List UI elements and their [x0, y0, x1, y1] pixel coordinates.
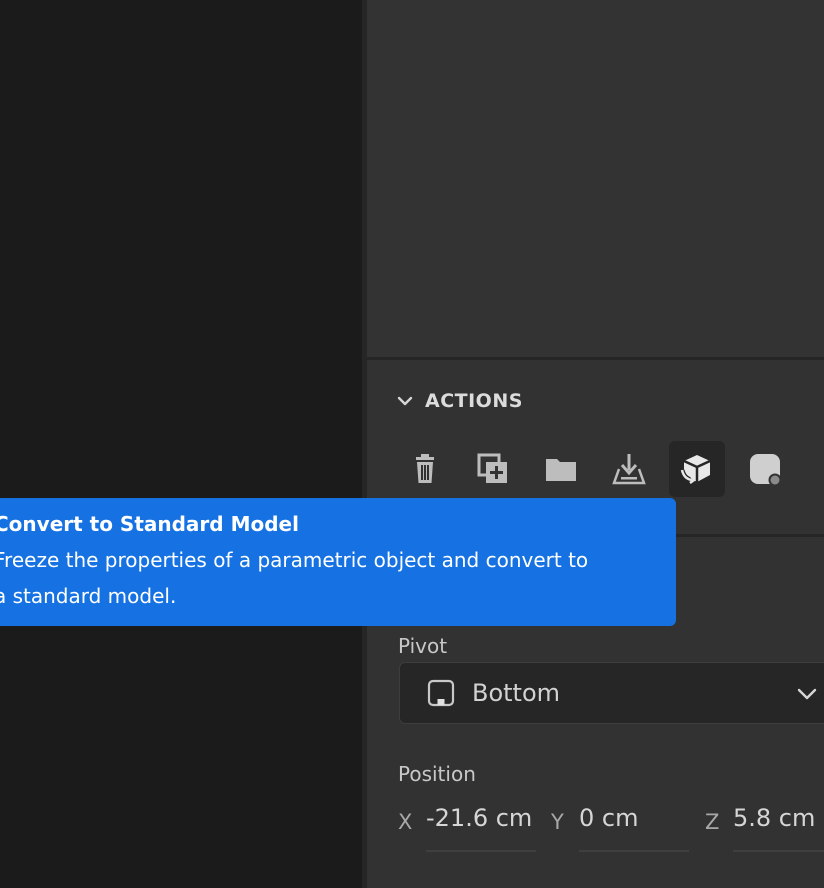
position-x-field[interactable]: -21.6 cm	[426, 804, 536, 852]
panel-upper-section	[367, 0, 824, 357]
delete-button[interactable]	[397, 441, 453, 497]
pivot-label: Pivot	[398, 634, 448, 658]
chevron-down-icon	[797, 688, 817, 700]
drop-to-ground-button[interactable]	[601, 441, 657, 497]
position-label: Position	[398, 762, 476, 786]
duplicate-icon	[477, 453, 507, 483]
position-z-field[interactable]: 5.8 cm	[733, 804, 824, 852]
chevron-down-icon	[397, 396, 413, 406]
actions-toolbar	[397, 441, 805, 497]
y-axis-label: Y	[551, 810, 564, 834]
drop-to-ground-icon	[612, 454, 646, 485]
convert-to-standard-model-button[interactable]	[669, 441, 725, 497]
pivot-bottom-icon	[427, 679, 455, 707]
z-axis-label: Z	[705, 810, 720, 834]
x-axis-label: X	[398, 810, 413, 834]
properties-panel: ACTIONS Pivot Bottom Position X -21.6 cm…	[367, 0, 824, 888]
viewport-area[interactable]	[0, 0, 362, 888]
tooltip-body: Freeze the properties of a parametric ob…	[0, 548, 589, 608]
tooltip-title: Convert to Standard Model	[0, 512, 299, 536]
section-separator	[367, 357, 824, 360]
group-button[interactable]	[533, 441, 589, 497]
pivot-value: Bottom	[472, 679, 561, 707]
duplicate-button[interactable]	[465, 441, 521, 497]
material-icon	[750, 454, 782, 486]
make-material-button[interactable]	[737, 441, 793, 497]
convert-model-icon	[680, 455, 711, 484]
trash-icon	[416, 454, 434, 483]
pivot-dropdown[interactable]: Bottom	[399, 662, 824, 724]
actions-section-header[interactable]: ACTIONS	[397, 386, 523, 416]
tooltip: Convert to Standard Model Freeze the pro…	[0, 498, 676, 626]
position-y-field[interactable]: 0 cm	[579, 804, 689, 852]
actions-title: ACTIONS	[425, 390, 523, 412]
folder-icon	[546, 459, 576, 481]
